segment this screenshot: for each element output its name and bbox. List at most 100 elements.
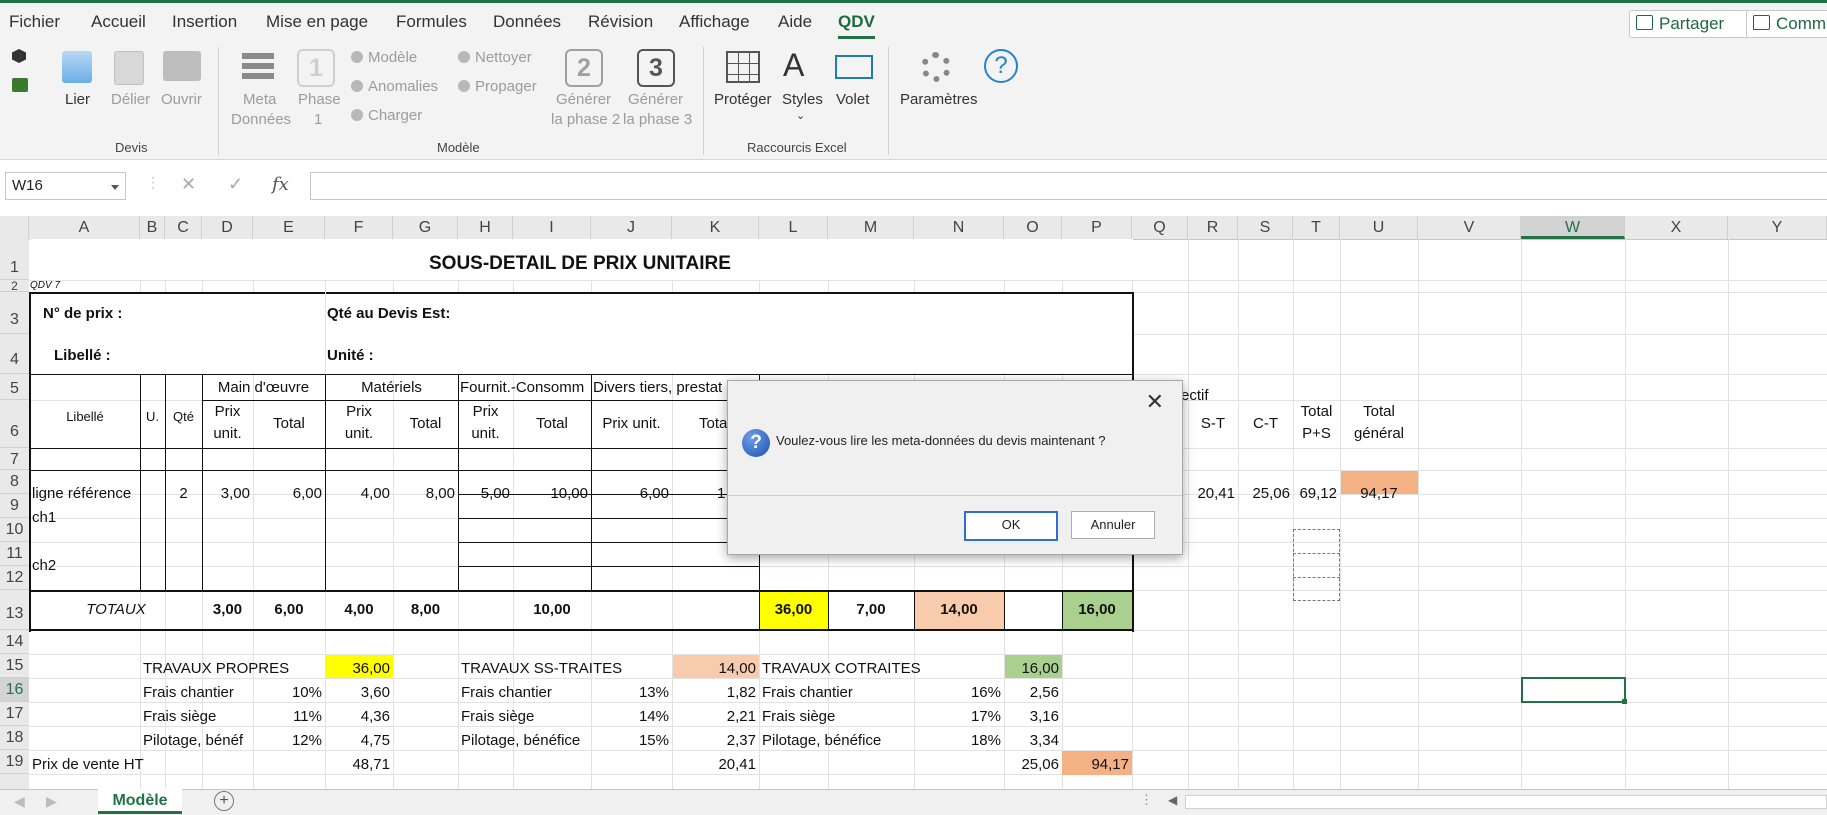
column-header[interactable]: T <box>1293 216 1340 239</box>
column-header[interactable]: O <box>1004 216 1062 239</box>
lier-button[interactable]: Lier <box>65 91 90 108</box>
row-header[interactable]: 1 <box>0 239 29 280</box>
comments-button[interactable]: Comm <box>1746 10 1827 38</box>
column-header[interactable]: B <box>140 216 165 239</box>
phase1-line1[interactable]: Phase <box>298 91 341 108</box>
ok-button[interactable]: OK <box>964 511 1058 541</box>
add-sheet-icon[interactable]: + <box>214 791 234 811</box>
column-header[interactable]: G <box>393 216 458 239</box>
generer-phase3-line2[interactable]: la phase 3 <box>623 111 692 128</box>
menu-mise-en-page[interactable]: Mise en page <box>266 12 368 32</box>
column-header[interactable]: W <box>1521 216 1625 239</box>
confirm-entry-icon[interactable]: ✓ <box>228 174 243 195</box>
row-header[interactable]: 12 <box>0 566 29 590</box>
column-header[interactable]: Q <box>1132 216 1188 239</box>
share-button[interactable]: Partager <box>1629 10 1749 38</box>
close-icon[interactable]: ✕ <box>1146 389 1164 415</box>
chevron-down-icon[interactable]: ⌄ <box>796 109 805 122</box>
generer-phase3-line1[interactable]: Générer <box>628 91 683 108</box>
row-header[interactable]: 17 <box>0 702 29 726</box>
cancel-button[interactable]: Annuler <box>1071 511 1155 539</box>
phase1-line2[interactable]: 1 <box>314 111 322 128</box>
delier-button[interactable]: Délier <box>111 91 150 108</box>
menu-revision[interactable]: Révision <box>588 12 653 32</box>
ouvrir-button[interactable]: Ouvrir <box>161 91 202 108</box>
insert-function-icon[interactable]: fx <box>272 174 289 195</box>
menu-affichage[interactable]: Affichage <box>679 12 750 32</box>
column-header[interactable]: P <box>1062 216 1132 239</box>
generer-phase2-line2[interactable]: la phase 2 <box>551 111 620 128</box>
menu-formules[interactable]: Formules <box>396 12 467 32</box>
menu-qdv[interactable]: QDV <box>838 12 875 32</box>
row-header[interactable]: 10 <box>0 518 29 542</box>
menu-insertion[interactable]: Insertion <box>172 12 237 32</box>
row-header[interactable]: 14 <box>0 630 29 654</box>
column-header[interactable]: S <box>1238 216 1293 239</box>
column-header[interactable]: E <box>253 216 325 239</box>
row-header[interactable]: 16 <box>0 678 29 702</box>
selected-cell[interactable] <box>1521 677 1626 703</box>
styles-button[interactable]: Styles <box>782 91 823 108</box>
horizontal-scrollbar[interactable] <box>1185 795 1827 809</box>
row-header[interactable]: 4 <box>0 334 29 374</box>
fill-handle[interactable] <box>1622 699 1627 704</box>
next-sheet-icon[interactable]: ▶ <box>46 793 57 810</box>
column-header[interactable]: I <box>513 216 591 239</box>
name-box[interactable]: W16 <box>5 172 126 200</box>
row-header[interactable]: 7 <box>0 448 29 470</box>
prev-sheet-icon[interactable]: ◀ <box>14 793 25 810</box>
row-header[interactable]: 9 <box>0 494 29 518</box>
volet-button[interactable]: Volet <box>836 91 869 108</box>
propager-button[interactable]: Propager <box>458 78 537 95</box>
column-header[interactable]: X <box>1625 216 1728 239</box>
column-header[interactable]: H <box>458 216 513 239</box>
column-header[interactable]: F <box>325 216 393 239</box>
charger-button[interactable]: Charger <box>351 107 422 124</box>
column-header[interactable]: A <box>29 216 140 239</box>
scroll-left-icon[interactable]: ◀ <box>1168 793 1177 807</box>
proteger-button[interactable]: Protéger <box>714 91 772 108</box>
menu-fichier[interactable]: Fichier <box>9 12 60 32</box>
row-header[interactable]: 2 <box>0 280 29 292</box>
nettoyer-button[interactable]: Nettoyer <box>458 49 532 66</box>
row-header[interactable]: 13 <box>0 590 29 630</box>
column-header[interactable]: V <box>1418 216 1521 239</box>
column-header[interactable]: U <box>1340 216 1418 239</box>
modele-button[interactable]: Modèle <box>351 49 417 66</box>
row-header[interactable]: 18 <box>0 726 29 750</box>
row-header[interactable]: 3 <box>0 292 29 334</box>
sstraites-pv: 20,41 <box>718 756 756 773</box>
formula-input[interactable] <box>310 172 1827 200</box>
meta-donnees-line2[interactable]: Données <box>231 111 291 128</box>
menu-aide[interactable]: Aide <box>778 12 812 32</box>
column-header[interactable]: D <box>202 216 253 239</box>
row-header[interactable]: 19 <box>0 750 29 774</box>
column-header[interactable]: M <box>828 216 914 239</box>
generer-phase2-line1[interactable]: Générer <box>556 91 611 108</box>
chevron-down-icon[interactable] <box>111 185 119 190</box>
menu-donnees[interactable]: Données <box>493 12 561 32</box>
help-icon[interactable]: ? <box>984 49 1018 83</box>
column-header[interactable]: R <box>1188 216 1238 239</box>
column-header[interactable]: L <box>759 216 828 239</box>
meta-donnees-line1[interactable]: Meta <box>243 91 276 108</box>
parametres-button[interactable]: Paramètres <box>900 91 978 108</box>
sheet-tab-modele[interactable]: Modèle <box>98 789 182 814</box>
sstraites-row-val: 2,21 <box>726 708 756 725</box>
cancel-entry-icon[interactable]: ✕ <box>181 174 196 195</box>
row-header[interactable]: 11 <box>0 542 29 566</box>
column-header[interactable]: Y <box>1728 216 1827 239</box>
row-header[interactable]: 8 <box>0 470 29 494</box>
column-header[interactable]: J <box>591 216 672 239</box>
row-header[interactable]: 5 <box>0 374 29 400</box>
tree-icon[interactable] <box>12 78 28 92</box>
column-header[interactable]: C <box>165 216 202 239</box>
anomalies-button[interactable]: Anomalies <box>351 78 438 95</box>
column-header[interactable]: K <box>672 216 759 239</box>
cube-icon[interactable] <box>12 49 26 63</box>
row-header[interactable]: 15 <box>0 654 29 678</box>
menu-accueil[interactable]: Accueil <box>91 12 146 32</box>
column-header[interactable]: N <box>914 216 1004 239</box>
select-all-corner[interactable] <box>0 216 29 239</box>
row-header[interactable]: 6 <box>0 400 29 448</box>
